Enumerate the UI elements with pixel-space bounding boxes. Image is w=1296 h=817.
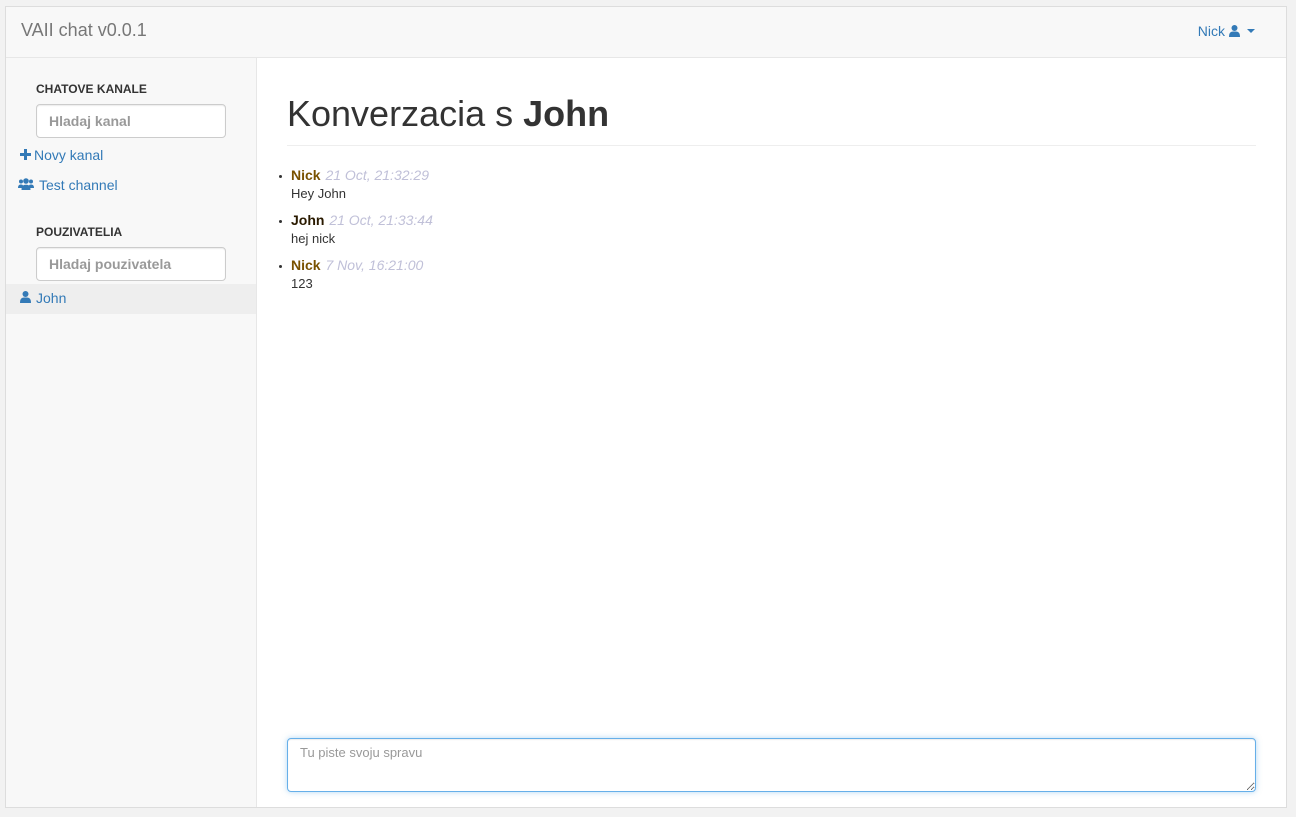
caret-down-icon: [1244, 26, 1258, 36]
message-item: John 21 Oct, 21:33:44 hej nick: [279, 211, 433, 249]
sidebar-item-test-channel[interactable]: Test channel: [18, 177, 118, 193]
page-title-partner: John: [523, 93, 610, 134]
message-author: Nick: [291, 257, 321, 273]
message-item: Nick 7 Nov, 16:21:00 123: [279, 256, 433, 294]
message-timestamp: 21 Oct, 21:32:29: [325, 167, 429, 183]
app-title[interactable]: VAII chat v0.0.1: [21, 20, 147, 41]
user-search-input[interactable]: [36, 247, 226, 281]
message-timestamp: 7 Nov, 16:21:00: [325, 257, 424, 273]
message-timestamp: 21 Oct, 21:33:44: [329, 212, 433, 228]
conversation-panel: Konverzacia s John Nick 21 Oct, 21:32:29…: [258, 58, 1286, 807]
user-menu-toggle[interactable]: Nick: [1198, 23, 1258, 39]
channels-section-title: CHATOVE KANALE: [36, 82, 147, 96]
sidebar-item-label: Test channel: [39, 177, 118, 193]
message-author: Nick: [291, 167, 321, 183]
user-icon: [20, 290, 31, 306]
message-author: John: [291, 212, 325, 228]
users-icon: [18, 177, 34, 193]
message-text: hej nick: [291, 231, 336, 246]
new-channel-link[interactable]: Novy kanal: [20, 147, 103, 163]
message-text: 123: [291, 276, 313, 291]
sidebar: CHATOVE KANALE Novy kanal Test channel P…: [6, 58, 257, 807]
divider: [287, 145, 1256, 146]
message-item: Nick 21 Oct, 21:32:29 Hey John: [279, 166, 433, 204]
page-title: Konverzacia s John: [287, 93, 609, 135]
users-section-title: POUZIVATELIA: [36, 225, 123, 239]
user-menu-name: Nick: [1197, 23, 1225, 39]
navbar: VAII chat v0.0.1 Nick: [6, 7, 1286, 58]
user-icon: [1229, 25, 1240, 37]
page-title-prefix: Konverzacia s: [287, 93, 514, 134]
message-input[interactable]: [287, 738, 1256, 792]
sidebar-item-john[interactable]: John: [6, 284, 256, 314]
plus-icon: [20, 147, 31, 163]
message-text: Hey John: [291, 186, 346, 201]
sidebar-item-label: John: [36, 290, 67, 306]
app-window: VAII chat v0.0.1 Nick CHATOVE KANALE Nov…: [5, 6, 1287, 808]
user-link[interactable]: John: [20, 290, 66, 306]
channel-search-input[interactable]: [36, 104, 226, 138]
message-list: Nick 21 Oct, 21:32:29 Hey John John 21 O…: [279, 166, 433, 301]
new-channel-label: Novy kanal: [34, 147, 104, 163]
